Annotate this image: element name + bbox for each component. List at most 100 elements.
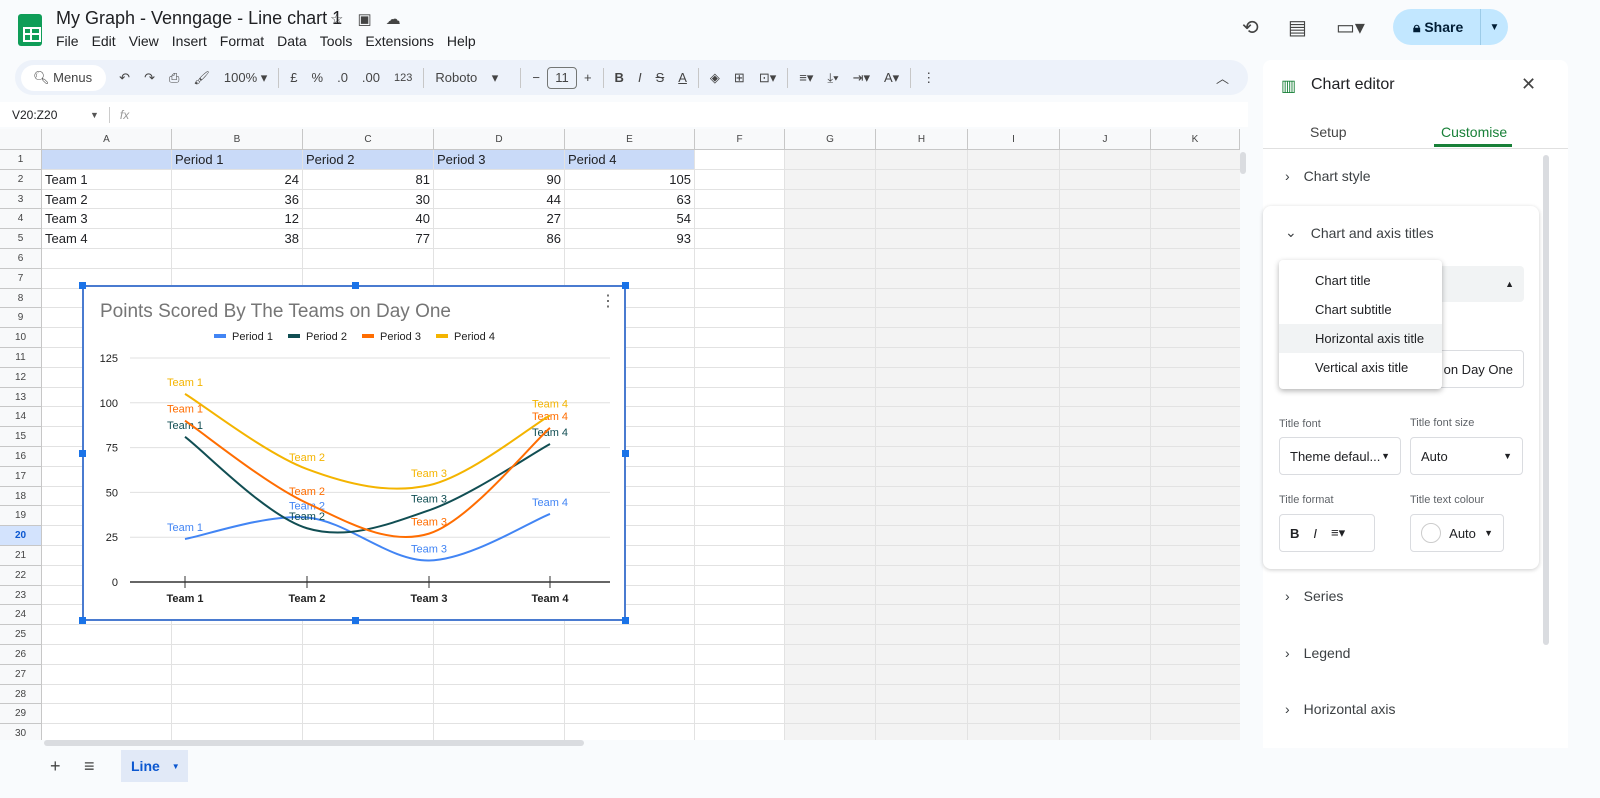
tab-customise[interactable]: Customise	[1441, 124, 1507, 140]
sheet-tab-line[interactable]: Line ▼	[121, 750, 188, 782]
menu-file[interactable]: File	[56, 33, 79, 49]
row-header[interactable]: 11	[0, 348, 42, 368]
cell[interactable]: 93	[565, 229, 694, 248]
column-header[interactable]: B	[172, 129, 303, 150]
row-header[interactable]: 15	[0, 427, 42, 447]
name-box[interactable]: V20:Z20	[0, 108, 90, 122]
chart-menu-icon[interactable]: ⋮	[600, 291, 616, 311]
currency-button[interactable]: £	[283, 70, 304, 85]
cell[interactable]: 77	[303, 229, 433, 248]
cell[interactable]: Period 1	[172, 150, 302, 169]
title-font-select[interactable]: Theme defaul... ▼	[1279, 437, 1401, 475]
row-header[interactable]: 27	[0, 664, 42, 685]
option-horizontal-axis-title[interactable]: Horizontal axis title	[1279, 324, 1442, 353]
share-dropdown[interactable]: ▼	[1480, 9, 1508, 45]
resize-handle[interactable]	[352, 282, 359, 289]
resize-handle[interactable]	[622, 617, 629, 624]
row-header[interactable]: 12	[0, 367, 42, 388]
cell[interactable]: Team 2	[42, 190, 171, 209]
star-icon[interactable]: ☆	[330, 10, 343, 28]
menu-format[interactable]: Format	[220, 33, 264, 49]
italic-icon[interactable]: I	[1313, 526, 1317, 541]
row-header[interactable]: 29	[0, 704, 42, 725]
row-header[interactable]: 13	[0, 387, 42, 408]
row-header[interactable]: 2	[0, 169, 42, 190]
option-vertical-axis-title[interactable]: Vertical axis title	[1279, 353, 1442, 382]
comments-icon[interactable]: ▤	[1288, 15, 1307, 40]
column-header[interactable]: E	[565, 129, 695, 150]
row-header[interactable]: 18	[0, 486, 42, 507]
align-icon[interactable]: ≡▾	[1331, 525, 1345, 541]
cloud-status-icon[interactable]: ☁	[386, 10, 401, 28]
horizontal-scrollbar[interactable]	[44, 740, 584, 746]
cell[interactable]: Team 4	[42, 229, 171, 248]
row-header[interactable]: 30	[0, 724, 42, 740]
menu-help[interactable]: Help	[447, 33, 476, 49]
row-header[interactable]: 20	[0, 526, 42, 546]
font-size-input[interactable]: 11	[546, 66, 577, 89]
add-sheet-icon[interactable]: +	[50, 756, 61, 777]
option-chart-subtitle[interactable]: Chart subtitle	[1279, 295, 1442, 324]
row-header[interactable]: 28	[0, 684, 42, 705]
row-header[interactable]: 22	[0, 565, 42, 586]
cell[interactable]: 40	[303, 209, 433, 228]
option-chart-title[interactable]: Chart title	[1279, 266, 1442, 295]
menus-search[interactable]: 🔍︎ Menus	[21, 64, 107, 91]
panel-scrollbar[interactable]	[1543, 155, 1549, 645]
column-header[interactable]: A	[42, 129, 172, 150]
cell[interactable]: Period 2	[303, 150, 433, 169]
section-horizontal-axis[interactable]: › Horizontal axis	[1285, 701, 1396, 717]
row-header[interactable]: 1	[0, 150, 42, 170]
cell[interactable]: 44	[434, 190, 564, 209]
column-header[interactable]: D	[434, 129, 565, 150]
row-header[interactable]: 8	[0, 288, 42, 309]
row-header[interactable]: 7	[0, 268, 42, 289]
chart[interactable]: Points Scored By The Teams on Day One 0 25…	[79, 282, 629, 624]
menu-data[interactable]: Data	[277, 33, 307, 49]
cell[interactable]: 12	[172, 209, 302, 228]
resize-handle[interactable]	[352, 617, 359, 624]
row-header[interactable]: 21	[0, 546, 42, 566]
cell[interactable]: 54	[565, 209, 694, 228]
section-chart-style[interactable]: › Chart style	[1285, 168, 1371, 184]
menu-tools[interactable]: Tools	[320, 33, 353, 49]
section-legend[interactable]: › Legend	[1285, 645, 1350, 661]
menu-extensions[interactable]: Extensions	[365, 33, 433, 49]
all-sheets-icon[interactable]: ≡	[84, 756, 95, 777]
cell[interactable]: 86	[434, 229, 564, 248]
row-header[interactable]: 23	[0, 585, 42, 606]
bold-icon[interactable]: B	[608, 70, 631, 85]
row-header[interactable]: 9	[0, 308, 42, 329]
column-header[interactable]: J	[1060, 129, 1151, 150]
cell[interactable]	[42, 150, 171, 169]
text-wrapping-icon[interactable]: ⇥▾	[846, 70, 877, 86]
column-header[interactable]: C	[303, 129, 434, 150]
cell[interactable]: 24	[172, 170, 302, 189]
decrease-decimal-button[interactable]: .0	[330, 70, 355, 85]
merge-cells-icon[interactable]: ⊡▾	[752, 70, 783, 86]
text-rotation-icon[interactable]: A▾	[877, 70, 906, 86]
percent-button[interactable]: %	[305, 70, 331, 85]
number-format-button[interactable]: 123	[387, 72, 419, 84]
row-header[interactable]: 6	[0, 249, 42, 269]
legend-label[interactable]: Period 2	[306, 331, 347, 343]
sheets-logo[interactable]	[18, 14, 42, 46]
zoom-select[interactable]: 100% ▾	[217, 70, 274, 86]
row-header[interactable]: 19	[0, 506, 42, 527]
fill-color-icon[interactable]: ◈	[703, 70, 727, 86]
row-header[interactable]: 5	[0, 229, 42, 249]
title-size-select[interactable]: Auto ▼	[1410, 437, 1523, 475]
row-header[interactable]: 4	[0, 209, 42, 230]
legend-label[interactable]: Period 3	[380, 331, 421, 343]
cell[interactable]: 81	[303, 170, 433, 189]
name-box-dropdown[interactable]: ▼	[90, 110, 99, 120]
share-button[interactable]: 🔒︎ Share ▼	[1393, 9, 1508, 45]
font-size-increase[interactable]: +	[577, 70, 599, 85]
column-header[interactable]: F	[695, 129, 785, 150]
resize-handle[interactable]	[79, 450, 86, 457]
redo-icon[interactable]: ↷	[137, 70, 162, 86]
resize-handle[interactable]	[622, 450, 629, 457]
legend-label[interactable]: Period 4	[454, 331, 495, 343]
row-header[interactable]: 25	[0, 625, 42, 645]
cell[interactable]: 63	[565, 190, 694, 209]
